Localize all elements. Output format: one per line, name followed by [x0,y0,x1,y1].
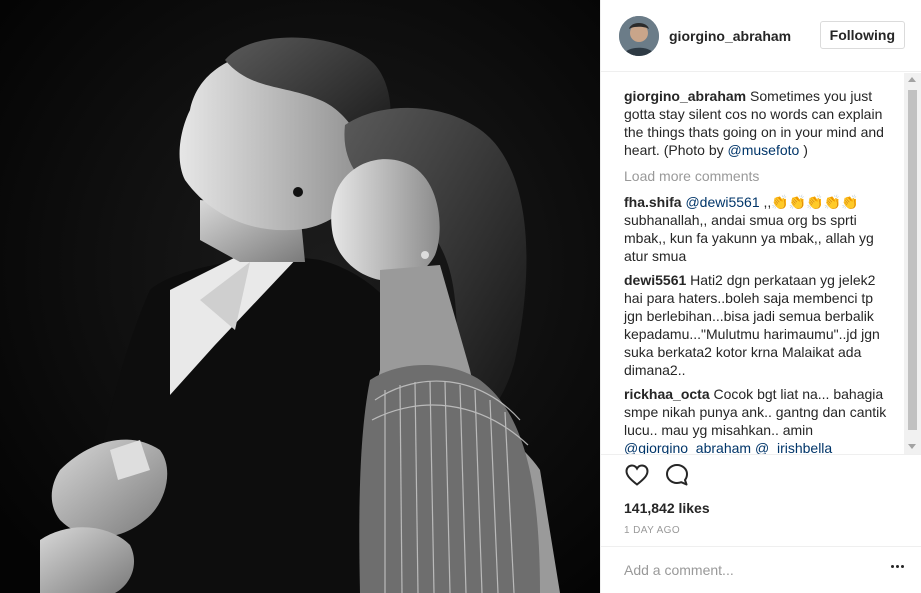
likes-count[interactable]: 141,842 likes [624,499,921,517]
post-header: giorgino_abraham Following [601,0,921,72]
comment-mention[interactable]: @giorgino_abraham @_irishbella [624,440,832,454]
caption-author[interactable]: giorgino_abraham [624,88,746,104]
header-username[interactable]: giorgino_abraham [669,28,791,44]
more-options-icon[interactable] [891,565,904,568]
avatar[interactable] [619,15,659,56]
comment-item: dewi5561 Hati2 dgn perkataan yg jelek2 h… [624,271,894,379]
post-photo-image [0,0,600,593]
post-sidebar: giorgino_abraham Following giorgino_abra… [600,0,921,593]
like-button[interactable] [624,462,650,488]
avatar-image [619,15,659,56]
post-photo[interactable] [0,0,600,593]
heart-icon [625,464,649,486]
scroll-down-arrow-icon[interactable] [908,444,916,449]
action-icons [624,455,921,495]
comments-scrollbar[interactable] [904,73,921,454]
comment-mention[interactable]: @dewi5561 [685,194,759,210]
add-comment-bar [601,546,921,593]
caption-suffix: ) [799,142,808,158]
add-comment-input[interactable] [624,562,864,578]
comment-author[interactable]: dewi5561 [624,272,686,288]
comment-item: rickhaa_octa Cocok bgt liat na... bahagi… [624,385,894,454]
comment-author[interactable]: fha.shifa [624,194,682,210]
comment-bubble-icon [666,464,688,486]
scroll-thumb[interactable] [908,90,917,430]
comment-button[interactable] [664,462,690,488]
post-timestamp[interactable]: 1 DAY AGO [624,525,921,537]
following-button[interactable]: Following [819,21,905,49]
load-more-comments-link[interactable]: Load more comments [624,167,894,185]
caption: giorgino_abraham Sometimes you just gott… [624,87,894,159]
comment-author[interactable]: rickhaa_octa [624,386,710,402]
comment-item: fha.shifa @dewi5561 ,,👏👏👏👏👏 subhanallah,… [624,193,894,265]
scroll-up-arrow-icon[interactable] [908,77,916,82]
caption-mention[interactable]: @musefoto [728,142,800,158]
comments-list[interactable]: giorgino_abraham Sometimes you just gott… [601,73,921,454]
instagram-post: giorgino_abraham Following giorgino_abra… [0,0,921,593]
